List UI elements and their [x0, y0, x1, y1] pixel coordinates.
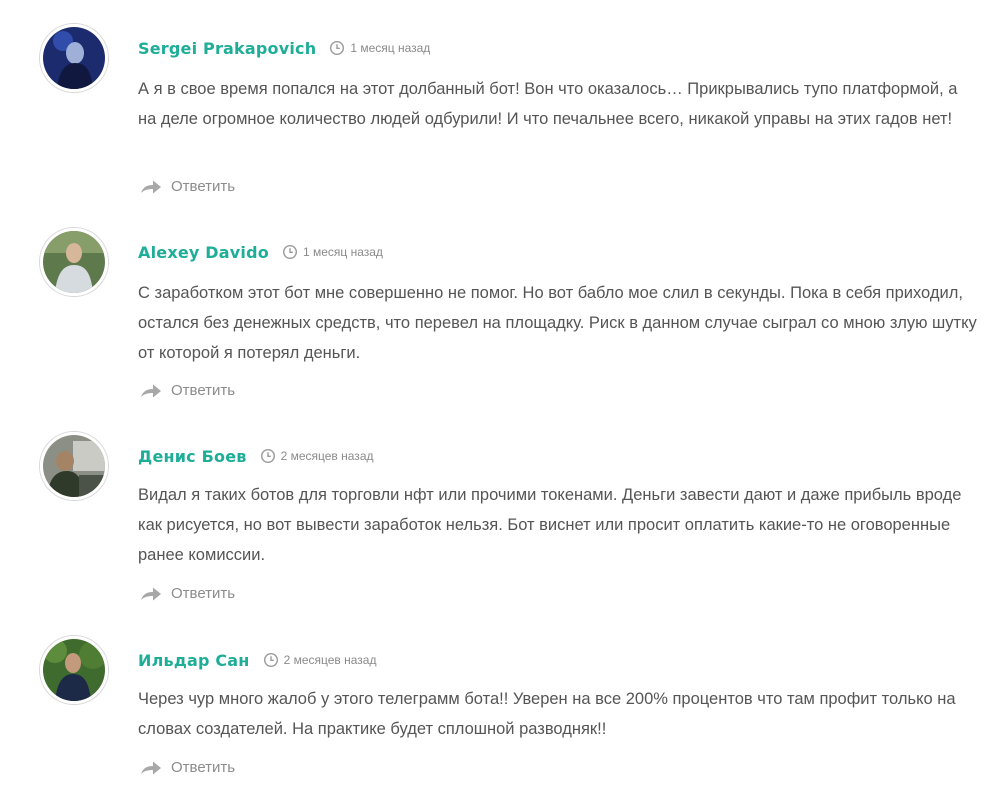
comment-text: Через чур много жалоб у этого телеграмм … — [138, 690, 956, 738]
avatar[interactable] — [40, 24, 108, 92]
author-name[interactable]: Sergei Prakapovich — [138, 39, 316, 58]
reply-arrow-icon — [140, 585, 162, 601]
clock-icon — [260, 448, 276, 464]
clock-icon — [329, 40, 345, 56]
comment-time[interactable]: 2 месяцев назад — [281, 449, 374, 463]
avatar[interactable] — [40, 228, 108, 296]
comment-meta: Денис Боев 2 месяцев назад — [138, 444, 374, 468]
avatar-photo-icon — [43, 435, 105, 497]
reply-button[interactable]: Ответить — [140, 757, 235, 777]
author-name[interactable]: Alexey Davido — [138, 243, 269, 262]
reply-label[interactable]: Ответить — [171, 382, 235, 399]
reply-button[interactable]: Ответить — [140, 380, 235, 400]
avatar-photo-icon — [43, 27, 105, 89]
reply-label[interactable]: Ответить — [171, 178, 235, 195]
author-name[interactable]: Денис Боев — [138, 447, 247, 466]
avatar-photo-icon — [43, 639, 105, 701]
reply-label[interactable]: Ответить — [171, 585, 235, 602]
comment-meta: Ильдар Сан 2 месяцев назад — [138, 648, 376, 672]
comment-text: А я в свое время попался на этот долбанн… — [138, 80, 958, 128]
comment-text: Видал я таких ботов для торговли нфт или… — [138, 486, 962, 564]
reply-button[interactable]: Ответить — [140, 583, 235, 603]
avatar-photo-icon — [43, 231, 105, 293]
reply-button[interactable]: Ответить — [140, 176, 235, 196]
reply-arrow-icon — [140, 759, 162, 775]
comment-text: С заработком этот бот мне совершенно не … — [138, 284, 977, 362]
comment-meta: Sergei Prakapovich 1 месяц назад — [138, 36, 430, 60]
author-name[interactable]: Ильдар Сан — [138, 651, 250, 670]
comment-meta: Alexey Davido 1 месяц назад — [138, 240, 383, 264]
reply-label[interactable]: Ответить — [171, 759, 235, 776]
avatar[interactable] — [40, 636, 108, 704]
clock-icon — [263, 652, 279, 668]
comment-time[interactable]: 2 месяцев назад — [284, 653, 377, 667]
avatar[interactable] — [40, 432, 108, 500]
reply-arrow-icon — [140, 178, 162, 194]
comment-time[interactable]: 1 месяц назад — [303, 245, 383, 259]
clock-icon — [282, 244, 298, 260]
reply-arrow-icon — [140, 382, 162, 398]
comment-time[interactable]: 1 месяц назад — [350, 41, 430, 55]
